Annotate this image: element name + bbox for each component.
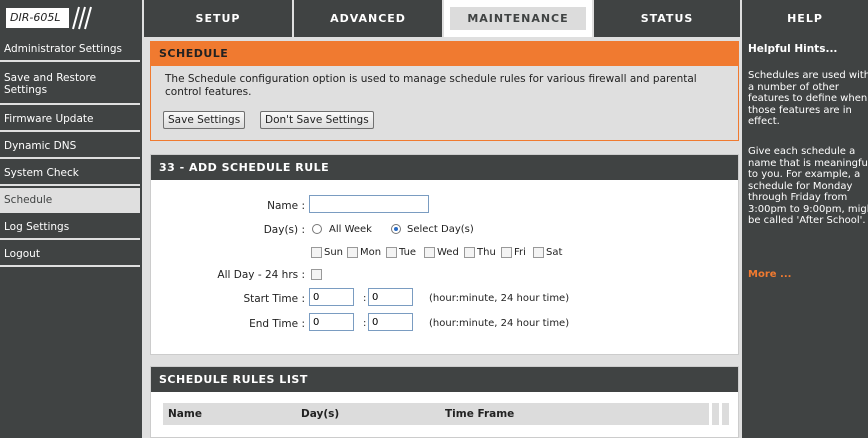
save-settings-button[interactable]: Save Settings (163, 111, 246, 129)
help-line: schedule for Monday (748, 180, 853, 192)
help-more-link[interactable]: More ... (748, 269, 791, 281)
day-checkbox-fri[interactable] (501, 247, 512, 258)
start-hour-input[interactable] (309, 288, 354, 306)
sidebar-item-schedule[interactable]: Schedule (0, 188, 140, 213)
all-day-checkbox[interactable] (311, 269, 322, 280)
tab-help[interactable]: HELP (742, 0, 868, 37)
sidebar-item-log-settings[interactable]: Log Settings (0, 215, 140, 240)
schedule-section: SCHEDULE The Schedule configuration opti… (150, 41, 739, 141)
rules-table-header: Name Day(s) Time Frame (163, 403, 729, 425)
tab-maintenance-label: MAINTENANCE (448, 5, 588, 32)
day-label-mon: Mon (360, 247, 382, 258)
sidebar-item-label: Administrator Settings (4, 42, 122, 55)
dont-save-settings-button[interactable]: Don't Save Settings (260, 111, 374, 129)
help-paragraph: Give each schedule a name that is meanin… (748, 146, 868, 227)
description-line: The Schedule configuration option is use… (165, 73, 697, 85)
all-week-label: All Week (329, 224, 372, 235)
sidebar-item-label: Firmware Update (4, 112, 94, 125)
help-line: Schedules are used with (748, 70, 868, 81)
logo-slash-icon (72, 6, 92, 30)
help-line: a number of other (748, 81, 839, 93)
model-label: DIR-605L (6, 8, 69, 28)
column-header-name: Name (168, 408, 202, 420)
all-day-label: All Day - 24 hrs : (217, 269, 305, 281)
schedule-description: The Schedule configuration option is use… (165, 73, 697, 99)
help-line: effect. (748, 116, 780, 127)
end-time-label: End Time : (249, 318, 305, 330)
sidebar-item-dynamic-dns[interactable]: Dynamic DNS (0, 134, 140, 159)
column-divider (719, 403, 722, 425)
help-line: through Friday from (748, 192, 848, 203)
top-navigation-bar: DIR-605L SETUP ADVANCED MAINTENANCE STAT… (0, 0, 868, 37)
tab-setup[interactable]: SETUP (144, 0, 292, 37)
end-time-hint: (hour:minute, 24 hour time) (429, 318, 570, 329)
name-label: Name : (267, 200, 305, 212)
tab-help-label: HELP (787, 12, 823, 25)
day-checkbox-mon[interactable] (347, 247, 358, 258)
help-line: be called 'After School'. (748, 215, 866, 226)
day-label-fri: Fri (514, 247, 526, 258)
help-paragraph: Schedules are used with a number of othe… (748, 70, 868, 128)
help-title: Helpful Hints... (748, 43, 838, 55)
column-header-days: Day(s) (301, 408, 340, 420)
help-line: Give each schedule a (748, 146, 856, 157)
add-schedule-rule-section: 33 - ADD SCHEDULE RULE Name : Day(s) : A… (150, 154, 739, 355)
sidebar-item-label: Schedule (4, 193, 53, 206)
day-checkbox-thu[interactable] (464, 247, 475, 258)
day-label-sun: Sun (324, 247, 344, 258)
days-label: Day(s) : (263, 224, 305, 236)
help-line: those features are in (748, 104, 852, 116)
sidebar-item-save-restore[interactable]: Save and Restore Settings (0, 64, 140, 105)
schedule-heading: SCHEDULE (151, 42, 738, 66)
start-time-label: Start Time : (243, 293, 305, 305)
brand-logo: DIR-605L (0, 0, 144, 37)
sidebar-item-logout[interactable]: Logout (0, 242, 140, 267)
day-checkbox-wed[interactable] (424, 247, 435, 258)
add-rule-heading: 33 - ADD SCHEDULE RULE (151, 155, 738, 180)
time-separator: : (363, 318, 367, 329)
end-hour-input[interactable] (309, 313, 354, 331)
tab-advanced-label: ADVANCED (330, 12, 406, 25)
help-line: to you. For example, a (748, 169, 861, 180)
sidebar-item-label: Log Settings (4, 220, 70, 233)
rules-list-heading: SCHEDULE RULES LIST (151, 367, 738, 392)
schedule-name-input[interactable] (309, 195, 429, 213)
sidebar-item-system-check[interactable]: System Check (0, 161, 140, 186)
tab-advanced[interactable]: ADVANCED (294, 0, 442, 37)
select-days-label: Select Day(s) (407, 224, 474, 235)
tab-maintenance[interactable]: MAINTENANCE (444, 0, 592, 37)
help-line: features to define when (748, 93, 868, 104)
help-line: 3:00pm to 9:00pm, might (748, 203, 868, 215)
help-line: name that is meaningful (748, 157, 868, 169)
day-label-thu: Thu (477, 247, 496, 258)
sidebar-item-firmware-update[interactable]: Firmware Update (0, 107, 140, 132)
end-minute-input[interactable] (368, 313, 413, 331)
description-line: control features. (165, 86, 252, 98)
sidebar-item-label: Dynamic DNS (4, 139, 77, 152)
day-label-sat: Sat (546, 247, 563, 258)
sidebar-item-label: Logout (4, 247, 40, 260)
sidebar: Administrator Settings Save and Restore … (0, 37, 142, 438)
day-checkbox-tue[interactable] (386, 247, 397, 258)
sidebar-item-administrator-settings[interactable]: Administrator Settings (0, 37, 140, 62)
all-week-radio[interactable] (312, 224, 322, 234)
sidebar-item-label: Save and Restore Settings (4, 71, 97, 96)
day-label-tue: Tue (399, 247, 417, 258)
main-content: SCHEDULE The Schedule configuration opti… (146, 37, 740, 438)
start-time-hint: (hour:minute, 24 hour time) (429, 293, 570, 304)
schedule-rules-list-section: SCHEDULE RULES LIST Name Day(s) Time Fra… (150, 366, 739, 438)
tab-setup-label: SETUP (195, 12, 241, 25)
tab-status-label: STATUS (640, 12, 694, 25)
column-divider (709, 403, 712, 425)
day-checkbox-sun[interactable] (311, 247, 322, 258)
column-header-time-frame: Time Frame (445, 408, 515, 420)
tab-status[interactable]: STATUS (594, 0, 740, 37)
sidebar-item-label: System Check (4, 166, 79, 179)
start-minute-input[interactable] (368, 288, 413, 306)
help-panel: Helpful Hints... Schedules are used with… (742, 37, 868, 438)
day-label-wed: Wed (437, 247, 459, 258)
day-checkbox-sat[interactable] (533, 247, 544, 258)
select-days-radio[interactable] (391, 224, 401, 234)
time-separator: : (363, 293, 367, 304)
